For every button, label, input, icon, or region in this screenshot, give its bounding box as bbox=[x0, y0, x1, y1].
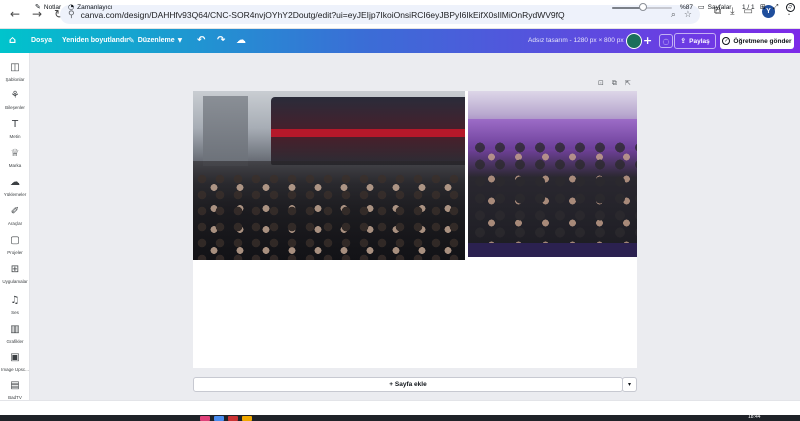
taskbar-app-icon[interactable] bbox=[228, 416, 238, 421]
notes-label: Notlar bbox=[43, 3, 62, 11]
audio-icon: ♫ bbox=[10, 294, 20, 306]
sidebar-item-label: Şablonlar bbox=[5, 77, 25, 82]
tools-icon: ✐ bbox=[10, 205, 20, 217]
resize-button[interactable]: Yeniden boyutlandır bbox=[62, 37, 129, 44]
file-menu-button[interactable]: Dosya bbox=[31, 37, 52, 44]
pages-button[interactable]: ▭ Sayfalar bbox=[698, 3, 731, 11]
sidebar-item-label: Yüklemeler bbox=[3, 192, 27, 197]
sidebar-item-uploads[interactable]: ☁ Yüklemeler bbox=[0, 176, 30, 198]
zoom-value[interactable]: %87 bbox=[680, 4, 693, 11]
elements-icon: ⚘ bbox=[10, 89, 20, 101]
page-count: 1 / 1 bbox=[742, 4, 755, 11]
sidebar-item-templates[interactable]: ◫ Şablonlar bbox=[0, 61, 30, 83]
home-icon[interactable]: ⌂ bbox=[9, 35, 16, 46]
back-arrow-icon[interactable]: ← bbox=[8, 7, 22, 21]
redo-icon[interactable]: ↷ bbox=[217, 35, 225, 46]
sidebar-item-label: Marka bbox=[8, 163, 22, 168]
crowd-bus-photo[interactable] bbox=[193, 91, 465, 260]
design-page[interactable] bbox=[193, 91, 637, 368]
sidebar-item-label: Bileşenler bbox=[5, 105, 25, 110]
zoom-search-icon[interactable]: ⌕ bbox=[671, 10, 676, 20]
cloud-save-icon[interactable]: ☁ bbox=[236, 35, 246, 46]
edit-mode-label: Düzenleme bbox=[137, 37, 175, 44]
add-page-icon[interactable]: ⇱ bbox=[625, 79, 631, 88]
address-bar[interactable]: ⚲ canva.com/design/DAHHfv93Q64/CNC-SOR4n… bbox=[60, 5, 700, 24]
sidebar-item-charts[interactable]: ▥ Grafikler bbox=[0, 323, 30, 345]
undo-icon[interactable]: ↶ bbox=[197, 35, 205, 46]
design-title[interactable]: Adsız tasarım - 1280 px × 800 px bbox=[528, 37, 624, 44]
timer-label: Zamanlayıcı bbox=[77, 3, 113, 11]
pages-icon: ▭ bbox=[698, 3, 705, 11]
share-label: Paylaş bbox=[689, 37, 710, 45]
collaborator-avatar[interactable] bbox=[626, 33, 642, 49]
charts-icon: ▥ bbox=[10, 323, 20, 335]
os-taskbar bbox=[0, 415, 800, 421]
uploads-icon: ☁ bbox=[10, 176, 20, 188]
sidebar-item-projects[interactable]: ▢ Projeler bbox=[0, 234, 30, 256]
edit-mode-dropdown[interactable]: ✎ Düzenleme ▼ bbox=[128, 36, 182, 45]
photo-metro-crowd bbox=[468, 139, 637, 257]
send-to-teacher-button[interactable]: ✓ Öğretmene gönder bbox=[720, 33, 794, 49]
sidebar-item-label: Grafikler bbox=[6, 339, 24, 344]
sidebar-item-label: Uygulamalar bbox=[2, 279, 28, 284]
taskbar-app-icon[interactable] bbox=[242, 416, 252, 421]
taskbar-app-icon[interactable] bbox=[200, 416, 210, 421]
sidebar-item-label: Image Upsc... bbox=[1, 367, 29, 372]
help-icon[interactable]: ? bbox=[786, 3, 795, 12]
pages-label: Sayfalar bbox=[707, 3, 732, 11]
taskbar-clock: 18:44 bbox=[748, 414, 761, 420]
url-text[interactable]: canva.com/design/DAHHfv93Q64/CNC-SOR4nvj… bbox=[81, 10, 663, 20]
sidebar-item-audio[interactable]: ♫ Ses bbox=[0, 294, 30, 316]
sidebar-item-image-upscaler[interactable]: ▣ Image Upsc... bbox=[0, 351, 30, 373]
badtv-icon: ▤ bbox=[10, 379, 20, 391]
add-collaborator-icon[interactable]: + bbox=[643, 34, 652, 47]
photo-bottom-band bbox=[468, 243, 637, 257]
duplicate-page-icon[interactable]: ⧉ bbox=[612, 79, 617, 88]
left-sidebar: ◫ Şablonlar ⚘ Bileşenler T Metin ♕ Marka… bbox=[0, 53, 30, 400]
crowd-metro-photo[interactable] bbox=[468, 91, 637, 257]
timer-icon: ◔ bbox=[68, 3, 75, 11]
sidebar-item-badtv[interactable]: ▤ BadTV bbox=[0, 379, 30, 401]
photo-crowd-heads bbox=[193, 171, 465, 260]
sidebar-item-tools[interactable]: ✐ Araçlar bbox=[0, 205, 30, 227]
sidebar-item-brand[interactable]: ♕ Marka bbox=[0, 147, 30, 169]
timer-button[interactable]: ◔ Zamanlayıcı bbox=[68, 3, 113, 11]
editor-header: ⌂ Dosya Yeniden boyutlandır ✎ Düzenleme … bbox=[0, 29, 800, 53]
sidebar-item-label: Araçlar bbox=[7, 221, 23, 226]
apps-icon: ⊞ bbox=[10, 263, 20, 275]
sidebar-item-text[interactable]: T Metin bbox=[0, 118, 30, 140]
sidebar-item-label: Projeler bbox=[7, 250, 23, 255]
grid-view-icon[interactable]: ⊞ bbox=[760, 3, 766, 11]
comment-icon[interactable]: ◌ bbox=[659, 34, 673, 48]
share-button[interactable]: ⇪ Paylaş bbox=[674, 33, 716, 49]
text-icon: T bbox=[11, 118, 19, 130]
notes-icon: ✎ bbox=[35, 3, 41, 11]
chevron-down-icon: ▼ bbox=[177, 37, 183, 44]
notes-button[interactable]: ✎ Notlar bbox=[35, 3, 61, 11]
pencil-icon: ✎ bbox=[128, 36, 135, 45]
site-info-icon[interactable]: ⚲ bbox=[68, 10, 75, 20]
sidebar-item-apps[interactable]: ⊞ Uygulamalar bbox=[0, 263, 30, 285]
taskbar-app-icon[interactable] bbox=[214, 416, 224, 421]
image-upscaler-icon: ▣ bbox=[10, 351, 20, 363]
chevron-down-icon[interactable]: ▾ bbox=[622, 377, 637, 392]
fullscreen-icon[interactable]: ⤢ bbox=[773, 3, 779, 12]
sidebar-item-label: Metin bbox=[9, 134, 21, 139]
brand-icon: ♕ bbox=[10, 147, 20, 159]
page-toolbar: ⊡ ⧉ ⇱ bbox=[598, 79, 631, 88]
photo-bus-stripe bbox=[271, 129, 465, 137]
lock-icon[interactable]: ⊡ bbox=[598, 79, 604, 88]
editor-footer bbox=[0, 400, 800, 415]
projects-icon: ▢ bbox=[10, 234, 20, 246]
sidebar-item-elements[interactable]: ⚘ Bileşenler bbox=[0, 89, 30, 111]
send-to-teacher-label: Öğretmene gönder bbox=[733, 37, 792, 45]
templates-icon: ◫ bbox=[10, 61, 20, 73]
check-icon: ✓ bbox=[722, 37, 731, 45]
bookmark-star-icon[interactable]: ☆ bbox=[684, 10, 692, 20]
add-page-button[interactable]: + Sayfa ekle bbox=[193, 377, 623, 392]
share-icon: ⇪ bbox=[680, 37, 687, 45]
photo-building bbox=[203, 96, 248, 166]
sidebar-item-label: Ses bbox=[11, 310, 19, 315]
